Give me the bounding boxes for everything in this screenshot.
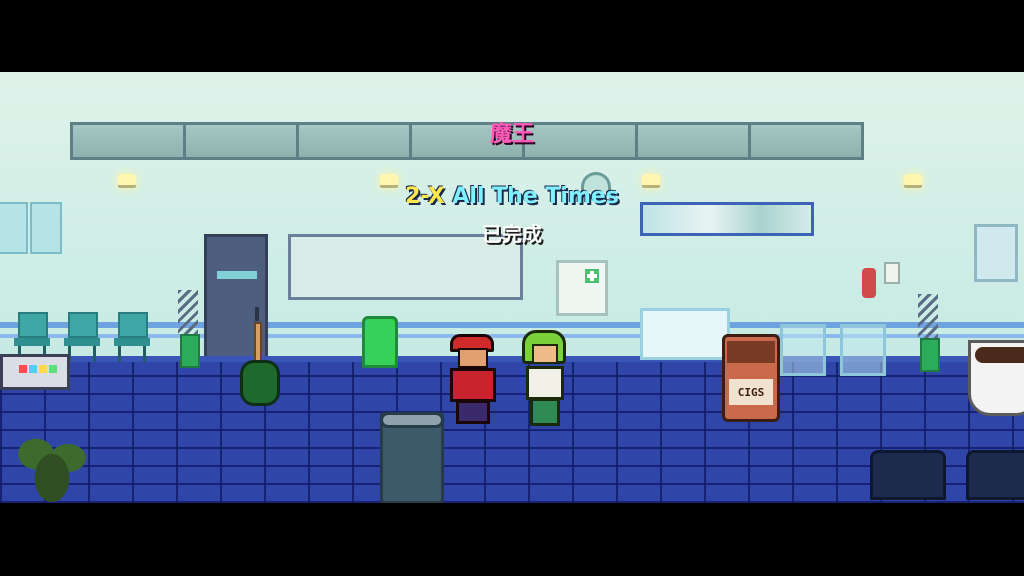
plant-vase (180, 334, 200, 368)
first-aid-cross-icon (585, 269, 599, 283)
fire-extinguisher (862, 268, 876, 298)
potted-fern (12, 422, 92, 502)
level-code: 2-X (405, 184, 445, 209)
cigs-jar-item[interactable]: CIGS (722, 334, 780, 422)
metal-trash-can (380, 412, 444, 503)
transparent-chair (780, 324, 826, 376)
coffee-mug-item[interactable] (968, 340, 1024, 416)
boss-name: 魔王 (489, 122, 534, 147)
door-sign (217, 271, 257, 279)
npc-green-hair[interactable] (520, 330, 570, 430)
dark-sofa (870, 450, 946, 500)
waiting-chair (114, 312, 150, 364)
light-switch (884, 262, 900, 284)
letterbox-bottom (0, 503, 1024, 576)
letterbox-top (0, 0, 1024, 72)
electric-guitar-item[interactable] (240, 360, 280, 406)
first-aid-cabinet (556, 260, 608, 316)
plant-vase (920, 338, 940, 372)
trash-can-rim (380, 412, 444, 428)
hospital-bed (640, 308, 730, 360)
coffee-surface (975, 347, 1024, 363)
jar-label: CIGS (729, 379, 773, 405)
level-title: 2-X All The Times (0, 184, 1024, 209)
dark-sofa (966, 450, 1024, 500)
transparent-chair (840, 324, 886, 376)
plant-stems (918, 294, 938, 338)
synth-keyboard-item[interactable] (0, 354, 70, 390)
plant-stems (178, 290, 198, 334)
player-character-red-cap[interactable] (446, 334, 502, 426)
jar-lid (727, 341, 775, 363)
door-handle (255, 307, 259, 321)
completion-status: 已完成 (482, 222, 542, 246)
level-name: All The Times (452, 184, 619, 209)
recycling-bin (362, 316, 398, 368)
